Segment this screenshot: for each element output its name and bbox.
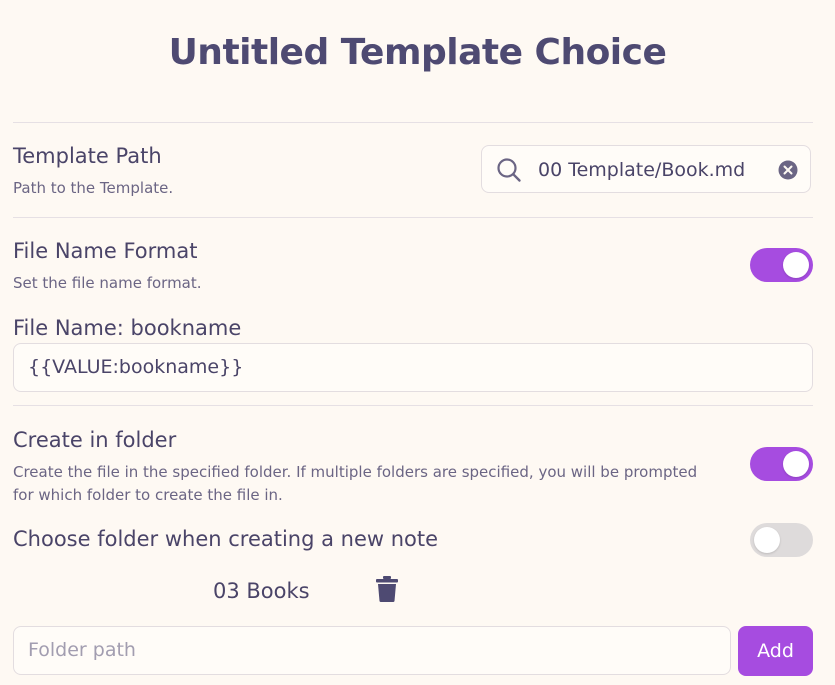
choose-folder-label: Choose folder when creating a new note <box>13 527 439 551</box>
divider <box>13 405 813 406</box>
file-name-preview-label: File Name: bookname <box>13 316 242 340</box>
template-path-desc: Path to the Template. <box>13 179 174 197</box>
create-in-folder-label: Create in folder <box>13 428 177 452</box>
toggle-knob <box>783 451 809 477</box>
template-path-value: 00 Template/Book.md <box>538 159 746 181</box>
template-path-input[interactable]: 00 Template/Book.md <box>481 145 811 193</box>
modal-title: Untitled Template Choice <box>168 32 667 73</box>
search-icon <box>496 157 522 187</box>
folder-path-placeholder: Folder path <box>28 639 136 661</box>
file-name-format-input[interactable]: {{VALUE:bookname}} <box>13 343 813 392</box>
create-in-folder-desc-line1: Create the file in the specified folder.… <box>13 463 698 481</box>
divider <box>13 122 813 123</box>
file-name-format-value: {{VALUE:bookname}} <box>28 356 244 378</box>
create-in-folder-toggle[interactable] <box>750 447 813 481</box>
clear-icon[interactable] <box>778 160 798 184</box>
file-name-format-desc: Set the file name format. <box>13 274 202 292</box>
choose-folder-toggle[interactable] <box>750 523 813 557</box>
toggle-knob <box>754 527 780 553</box>
divider <box>13 217 813 218</box>
file-name-format-toggle[interactable] <box>750 248 813 282</box>
toggle-knob <box>783 252 809 278</box>
folder-item: 03 Books <box>213 579 310 603</box>
template-path-label: Template Path <box>13 144 162 168</box>
trash-icon[interactable] <box>375 575 399 607</box>
file-name-format-label: File Name Format <box>13 239 198 263</box>
folder-path-input[interactable]: Folder path <box>13 626 731 675</box>
add-folder-button[interactable]: Add <box>738 626 813 676</box>
create-in-folder-desc-line2: for which folder to create the file in. <box>13 486 283 504</box>
